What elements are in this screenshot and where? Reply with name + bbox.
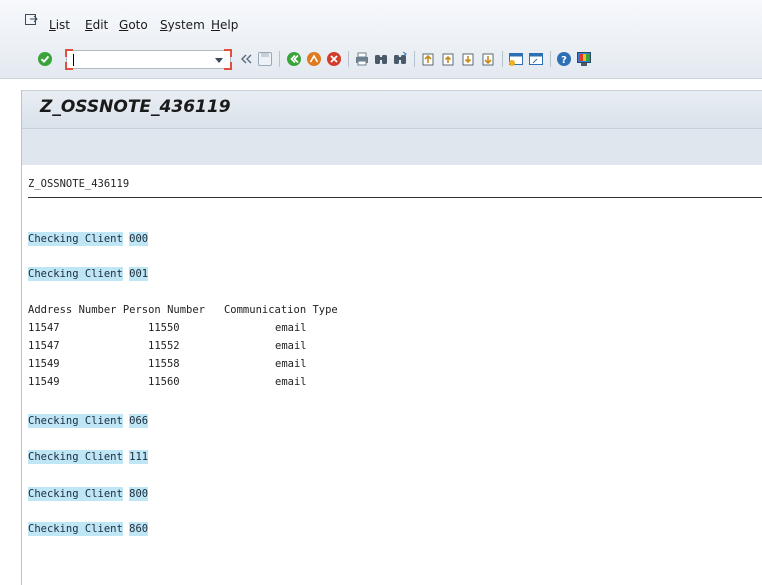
table-cell-comm: email xyxy=(275,322,307,334)
menu-list[interactable]: List xyxy=(49,18,70,32)
exit-icon[interactable] xyxy=(306,51,322,67)
first-page-icon[interactable] xyxy=(420,51,436,67)
previous-page-icon[interactable] xyxy=(440,51,456,67)
table-header: Address Number Person Number Communicati… xyxy=(28,304,338,316)
help-icon[interactable]: ? xyxy=(556,51,572,67)
list-item: Checking Client 111 xyxy=(28,450,149,464)
table-cell-address: 11549 xyxy=(28,376,60,388)
menu-edit[interactable]: Edit xyxy=(85,18,108,32)
last-page-icon[interactable] xyxy=(480,51,496,67)
table-cell-comm: email xyxy=(275,376,307,388)
customize-layout-icon[interactable] xyxy=(576,51,592,67)
table-cell-person: 11550 xyxy=(148,322,180,334)
table-cell-address: 11547 xyxy=(28,322,60,334)
table-cell-person: 11560 xyxy=(148,376,180,388)
back-icon[interactable] xyxy=(286,51,302,67)
report-header: Z_OSSNOTE_436119 xyxy=(28,178,130,190)
title-bar: Z_OSSNOTE_436119 xyxy=(22,90,762,129)
menu-bar: List Edit Goto System Help xyxy=(0,0,762,38)
cancel-icon[interactable] xyxy=(326,51,342,67)
find-next-icon[interactable] xyxy=(392,51,408,67)
client-label: Checking Client xyxy=(28,232,123,246)
back-double-arrow-icon[interactable] xyxy=(238,51,254,67)
command-field[interactable] xyxy=(65,49,232,70)
list-item: Checking Client 066 xyxy=(28,414,149,428)
client-number: 001 xyxy=(129,267,149,281)
header-divider xyxy=(28,197,762,198)
client-number: 860 xyxy=(129,522,149,536)
standard-toolbar: ? xyxy=(0,38,762,79)
chevron-down-icon[interactable] xyxy=(215,58,223,63)
shortcut-icon[interactable] xyxy=(528,51,544,67)
menu-help[interactable]: Help xyxy=(211,18,238,32)
enter-icon[interactable] xyxy=(37,51,53,67)
table-cell-address: 11547 xyxy=(28,340,60,352)
list-item: Checking Client 000 xyxy=(28,232,149,246)
list-item: Checking Client 800 xyxy=(28,487,149,501)
client-number: 000 xyxy=(129,232,149,246)
menu-goto[interactable]: Goto xyxy=(119,18,148,32)
next-page-icon[interactable] xyxy=(460,51,476,67)
list-item: Checking Client 001 xyxy=(28,267,149,281)
svg-text:?: ? xyxy=(561,55,567,66)
client-number: 066 xyxy=(129,414,149,428)
client-label: Checking Client xyxy=(28,267,123,281)
menu-exit-icon[interactable] xyxy=(25,14,38,25)
client-number: 800 xyxy=(129,487,149,501)
menu-system[interactable]: System xyxy=(160,18,205,32)
table-cell-person: 11552 xyxy=(148,340,180,352)
table-cell-comm: email xyxy=(275,358,307,370)
save-icon[interactable] xyxy=(257,51,273,67)
find-icon[interactable] xyxy=(373,51,389,67)
list-item: Checking Client 860 xyxy=(28,522,149,536)
page-title: Z_OSSNOTE_436119 xyxy=(40,97,231,117)
client-label: Checking Client xyxy=(28,450,123,464)
print-icon[interactable] xyxy=(354,51,370,67)
application-toolbar xyxy=(22,128,762,166)
create-session-icon[interactable] xyxy=(508,51,524,67)
client-number: 111 xyxy=(129,450,149,464)
client-label: Checking Client xyxy=(28,414,123,428)
client-label: Checking Client xyxy=(28,487,123,501)
client-label: Checking Client xyxy=(28,522,123,536)
table-cell-comm: email xyxy=(275,340,307,352)
table-cell-address: 11549 xyxy=(28,358,60,370)
table-cell-person: 11558 xyxy=(148,358,180,370)
